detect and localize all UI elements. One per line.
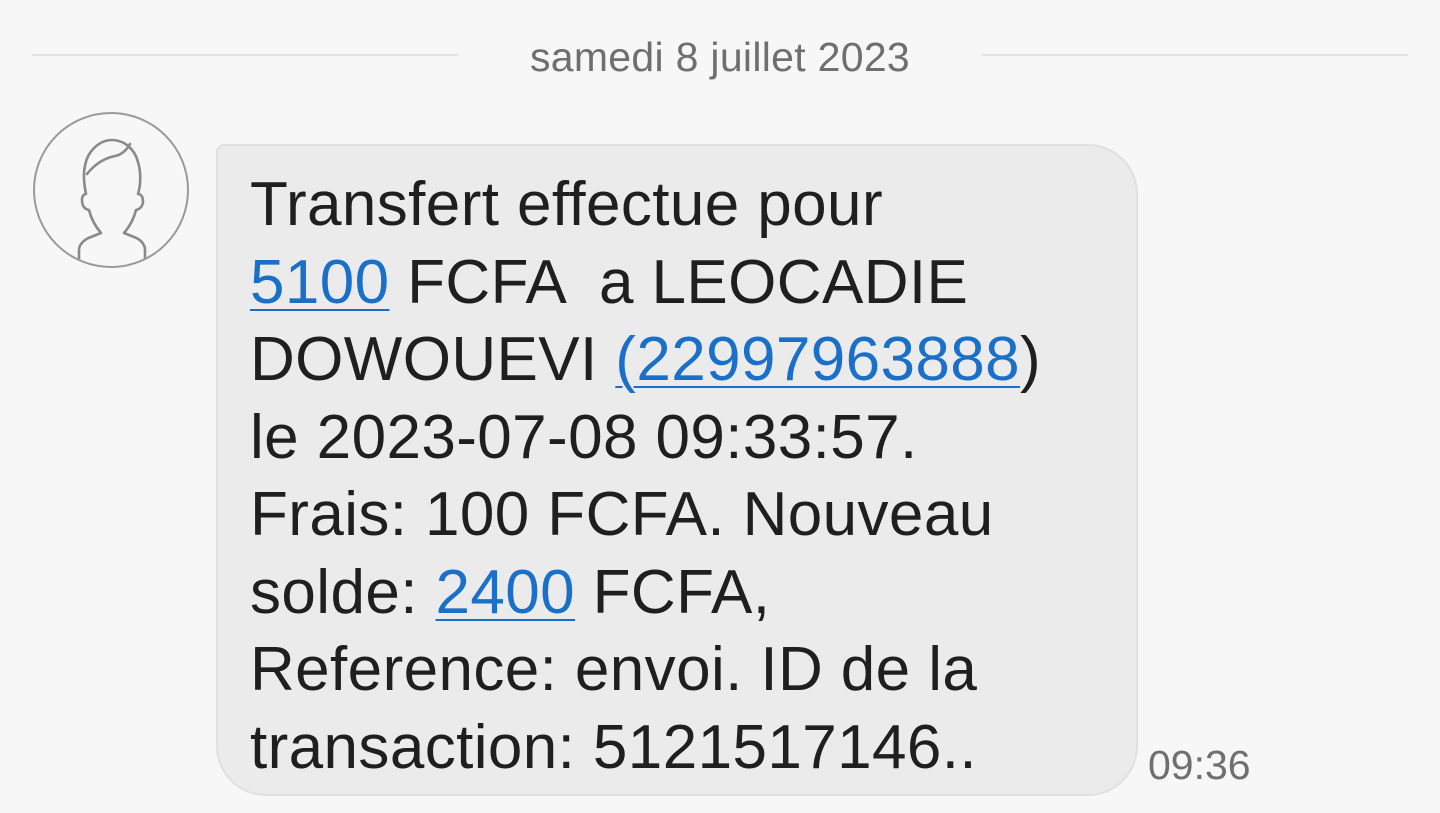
message-line: Transfert effectue pour: [250, 170, 883, 239]
message-text: FCFA a LEOCADIE: [389, 247, 969, 317]
message-timestamp: 09:36: [1148, 742, 1251, 788]
message-text: DOWOUEVI: [250, 325, 616, 394]
message-text: ): [1020, 325, 1042, 394]
message-line: le 2023-07-08 09:33:57.: [250, 402, 918, 472]
message-line: 5100 FCFA a LEOCADIE: [250, 244, 1130, 322]
message-line: Reference: envoi. ID de la: [250, 635, 978, 704]
message-line: solde: 2400 FCFA,: [250, 554, 1130, 632]
balance-link[interactable]: 2400: [435, 558, 575, 627]
received-message-bubble[interactable]: Transfert effectue pour 5100 FCFA a LEOC…: [216, 144, 1138, 796]
date-separator-label: samedi 8 juillet 2023: [529, 34, 911, 80]
date-separator: samedi 8 juillet 2023: [0, 28, 1440, 88]
message-text: solde:: [250, 557, 436, 627]
phone-number-link[interactable]: (22997963888: [615, 325, 1020, 394]
message-body: Transfert effectue pour 5100 FCFA a LEOC…: [250, 166, 1130, 786]
message-line: transaction: 5121517146..: [250, 712, 977, 782]
message-text: FCFA,: [575, 557, 771, 627]
message-line: Frais: 100 FCFA. Nouveau: [250, 480, 994, 549]
date-separator-line-right: [982, 54, 1408, 56]
date-separator-line-left: [32, 54, 458, 56]
message-line: DOWOUEVI (22997963888): [250, 321, 1130, 399]
contact-avatar-icon[interactable]: [33, 112, 189, 268]
amount-link[interactable]: 5100: [250, 248, 390, 317]
person-silhouette-icon: [77, 138, 147, 266]
